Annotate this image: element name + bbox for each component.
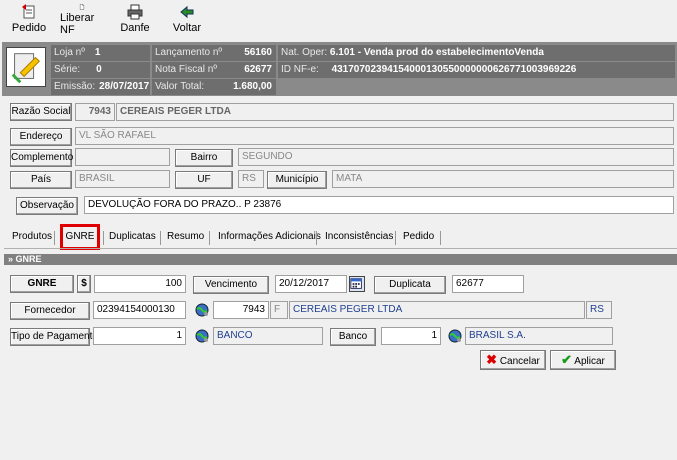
calendar-icon[interactable] [349,276,365,292]
gnre-button[interactable]: GNRE [10,275,74,293]
observacao-button[interactable]: Observação [16,197,78,215]
duplicata-field[interactable]: 62677 [452,275,524,293]
fornecedor-type-field: F [270,301,288,319]
tipo-pagamento-button[interactable]: Tipo de Pagamento [10,328,98,346]
danfe-button[interactable]: Danfe [118,2,152,36]
danfe-label: Danfe [120,22,150,34]
globe-search-icon[interactable] [195,329,209,343]
emissao-value: 28/07/2017 [99,81,150,92]
id-nfe-label: ID NF-e: [281,64,319,75]
back-arrow-icon [180,5,194,19]
tab-inconsistencias[interactable]: Inconsistências [325,228,393,248]
id-nfe-value: 4317070239415400013055000000062677100396… [331,64,577,75]
tab-pedido[interactable]: Pedido [403,228,434,248]
cancelar-label: Cancelar [499,356,540,367]
liberar-nf-label: Liberar NF [60,12,95,36]
serie-value: 0 [96,64,102,75]
gnre-section-header: » GNRE [4,254,677,265]
checkmark-icon: ✔ [561,352,573,367]
vencimento-button[interactable]: Vencimento [193,276,269,294]
municipio-button[interactable]: Município [267,171,327,189]
razao-social-field[interactable]: CEREAIS PEGER LTDA [116,103,674,121]
nota-fiscal-value: 62677 [244,64,272,75]
pedido-button[interactable]: Pedido [12,2,46,36]
tab-resumo[interactable]: Resumo [167,228,204,248]
loja-label: Loja nº [54,47,85,58]
valor-total-label: Valor Total: [155,81,205,92]
tipo-pagamento-code-field[interactable]: 1 [93,327,186,345]
currency-button[interactable]: $ [77,275,91,293]
voltar-label: Voltar [172,22,202,34]
bairro-button[interactable]: Bairro [175,149,233,167]
fornecedor-name-field: CEREAIS PEGER LTDA [289,301,585,319]
pedido-icon [22,4,35,19]
loja-value: 1 [94,47,101,58]
tab-produtos[interactable]: Produtos [12,228,52,248]
tab-bar: Produtos GNRE Duplicatas Resumo Informaç… [0,224,677,250]
tab-duplicatas[interactable]: Duplicatas [109,228,156,248]
banco-code-field[interactable]: 1 [381,327,441,345]
document-icon [79,4,85,10]
lancamento-value: 56160 [244,47,272,58]
nf-icon [6,47,46,87]
tab-gnre[interactable]: GNRE [60,224,100,250]
cancelar-button[interactable]: ✖ Cancelar [480,350,546,370]
complemento-field[interactable] [75,148,170,166]
tab-informacoes-adicionais[interactable]: Informações Adicionais [218,228,321,248]
uf-field[interactable]: RS [238,170,264,188]
observacao-field[interactable]: DEVOLUÇÃO FORA DO PRAZO.. P 23876 [84,196,674,214]
banco-button[interactable]: Banco [330,328,376,346]
tipo-pagamento-name-field: BANCO [213,327,323,345]
nat-oper-label: Nat. Oper: [281,47,328,58]
valor-total-value: 1.680,00 [233,81,272,92]
voltar-button[interactable]: Voltar [170,2,204,36]
bairro-field[interactable]: SEGUNDO [238,148,674,166]
endereco-field[interactable]: VL SÃO RAFAEL [75,127,674,145]
pais-button[interactable]: País [10,171,72,189]
liberar-nf-button[interactable]: Liberar NF [60,2,104,36]
nat-oper-value: 6.101 - Venda prod do estabelecimentoVen… [329,47,544,58]
duplicata-button[interactable]: Duplicata [374,276,446,294]
razao-social-button[interactable]: Razão Social [10,103,72,121]
globe-search-icon[interactable] [448,329,462,343]
fornecedor-cnpj-field[interactable]: 02394154000130 [93,301,186,319]
endereco-button[interactable]: Endereço [10,128,72,146]
pais-field[interactable]: BRASIL [75,170,170,188]
aplicar-label: Aplicar [574,356,605,367]
vencimento-field[interactable]: 20/12/2017 [275,275,347,293]
pedido-label: Pedido [11,22,47,34]
uf-button[interactable]: UF [175,171,233,189]
banco-name-field: BRASIL S.A. [465,327,613,345]
gnre-valor-field[interactable]: 100 [94,275,186,293]
fornecedor-code-field[interactable]: 7943 [213,301,269,319]
nota-fiscal-label: Nota Fiscal nº [155,64,218,75]
complemento-button[interactable]: Complemento [10,149,73,167]
printer-icon [127,4,143,20]
emissao-label: Emissão: [54,81,96,92]
lancamento-label: Lançamento nº [155,47,223,58]
fornecedor-button[interactable]: Fornecedor [10,302,90,320]
serie-label: Série: [54,64,81,75]
close-x-icon: ✖ [486,352,498,367]
aplicar-button[interactable]: ✔ Aplicar [550,350,616,370]
globe-search-icon[interactable] [195,303,209,317]
municipio-field[interactable]: MATA [332,170,674,188]
fornecedor-uf-field: RS [586,301,612,319]
razao-code-field[interactable]: 7943 [75,103,115,121]
